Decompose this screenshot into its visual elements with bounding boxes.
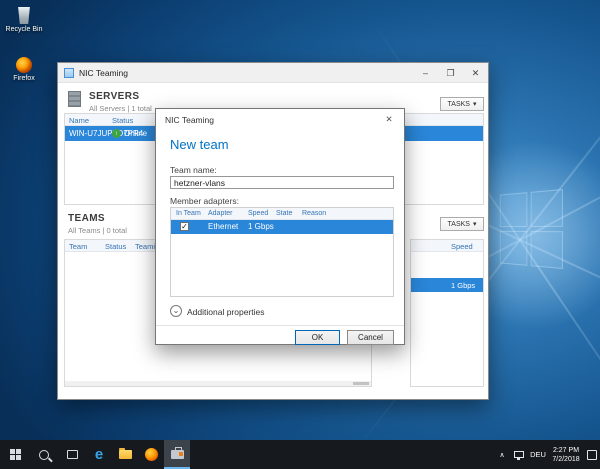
member-adapters-label: Member adapters: <box>170 196 239 206</box>
chevron-up-icon: ∧ <box>499 451 505 459</box>
chevron-down-icon: ▾ <box>472 101 477 108</box>
windows-logo-icon <box>9 449 21 460</box>
minimize-button[interactable]: – <box>413 63 438 83</box>
tasks-label: TASKS <box>447 220 470 228</box>
adapters-table: Speed 1 Gbps <box>410 239 484 387</box>
servers-tasks-button[interactable]: TASKS ▾ <box>440 97 484 111</box>
adapter-speed: 1 Gbps <box>451 281 476 290</box>
adapters-table-header: Speed <box>411 240 483 252</box>
taskbar-file-explorer-button[interactable] <box>112 440 138 469</box>
window-titlebar[interactable]: NIC Teaming – ❐ ✕ <box>58 63 488 83</box>
adapter-speed: 1 Gbps <box>248 222 274 231</box>
taskbar-server-manager-button-active[interactable] <box>164 440 190 469</box>
column-header-status[interactable]: Status <box>112 116 133 125</box>
in-team-checkbox[interactable]: ✓ <box>180 222 189 231</box>
server-manager-icon <box>170 447 184 459</box>
recycle-bin-icon <box>18 7 30 24</box>
tasks-label: TASKS <box>447 100 470 108</box>
dialog-title: NIC Teaming <box>165 115 214 125</box>
desktop-icon-label: Firefox <box>13 75 35 82</box>
ok-button[interactable]: OK <box>295 330 340 345</box>
action-center-icon <box>587 449 597 460</box>
edge-icon: e <box>94 446 104 463</box>
window-controls: – ❐ ✕ <box>413 63 488 83</box>
dialog-divider <box>156 325 404 326</box>
start-button[interactable] <box>0 440 30 469</box>
teams-subheading: All Teams | 0 total <box>68 226 127 235</box>
tray-network-button[interactable] <box>510 440 528 469</box>
desktop-icon-firefox[interactable]: Firefox <box>4 57 44 82</box>
horizontal-scrollbar[interactable] <box>65 381 371 386</box>
member-adapters-table: In Team Adapter Speed State Reason ✓ Eth… <box>170 207 394 297</box>
windows-logo-wallpaper <box>499 188 563 270</box>
desktop-icon-label: Recycle Bin <box>5 26 43 33</box>
file-explorer-icon <box>118 448 132 459</box>
firefox-icon <box>144 448 158 461</box>
team-name-label: Team name: <box>170 165 217 175</box>
column-header-state[interactable]: State <box>276 210 292 217</box>
column-header-team[interactable]: Team <box>69 242 87 251</box>
task-view-icon <box>66 450 78 459</box>
ethernet-adapter-row[interactable]: ✓ Ethernet 1 Gbps <box>171 220 393 234</box>
task-view-button[interactable] <box>58 440 86 469</box>
language-label: DEU <box>530 450 546 459</box>
column-header-name[interactable]: Name <box>69 116 89 125</box>
desktop: Recycle Bin Firefox NIC Teaming – ❐ ✕ SE… <box>0 0 600 469</box>
scrollbar-thumb[interactable] <box>353 382 369 385</box>
member-adapters-header: In Team Adapter Speed State Reason <box>171 208 393 220</box>
taskbar-edge-button[interactable]: e <box>86 440 112 469</box>
online-status-icon: ↑ <box>112 129 121 138</box>
cancel-button[interactable]: Cancel <box>347 330 394 345</box>
search-icon <box>39 449 49 460</box>
servers-heading: SERVERS <box>89 91 140 102</box>
window-title: NIC Teaming <box>79 68 128 78</box>
dialog-heading: New team <box>170 137 229 152</box>
server-status: Online <box>124 129 148 138</box>
network-icon <box>514 451 524 460</box>
tray-language-indicator[interactable]: DEU <box>528 440 548 469</box>
action-center-button[interactable] <box>584 440 600 469</box>
team-name-input[interactable] <box>170 176 394 189</box>
maximize-button[interactable]: ❐ <box>438 63 463 83</box>
column-header-adapter[interactable]: Adapter <box>208 210 233 217</box>
dialog-close-button[interactable]: ✕ <box>374 109 404 129</box>
column-header-in-team[interactable]: In Team <box>176 210 201 217</box>
tray-hidden-icons-button[interactable]: ∧ <box>494 440 510 469</box>
adapter-name: Ethernet <box>208 222 239 231</box>
additional-properties-label: Additional properties <box>187 307 265 317</box>
teams-heading: TEAMS <box>68 213 105 224</box>
taskbar-firefox-button[interactable] <box>138 440 164 469</box>
additional-properties-toggle[interactable]: ⌄ <box>170 305 182 317</box>
taskbar: e ∧ DEU 2:27 PM 7/2/2018 <box>0 440 600 469</box>
app-icon <box>64 68 74 78</box>
tray-clock[interactable]: 2:27 PM 7/2/2018 <box>548 440 584 469</box>
taskbar-search-button[interactable] <box>30 440 58 469</box>
dialog-titlebar[interactable]: NIC Teaming ✕ <box>156 109 404 129</box>
column-header-status[interactable]: Status <box>105 242 126 251</box>
new-team-dialog: NIC Teaming ✕ New team Team name: Member… <box>155 108 405 345</box>
servers-icon <box>68 91 81 107</box>
column-header-speed[interactable]: Speed <box>451 242 473 251</box>
clock-date: 7/2/2018 <box>552 455 580 463</box>
adapter-row-selected[interactable]: 1 Gbps <box>411 278 483 292</box>
desktop-icon-recycle-bin[interactable]: Recycle Bin <box>4 7 44 33</box>
chevron-down-icon: ▾ <box>472 221 477 228</box>
column-header-reason[interactable]: Reason <box>302 210 326 217</box>
close-button[interactable]: ✕ <box>463 63 488 83</box>
adapters-tasks-button[interactable]: TASKS ▾ <box>440 217 484 231</box>
firefox-icon <box>16 57 32 73</box>
clock-time: 2:27 PM <box>552 446 580 454</box>
servers-subheading: All Servers | 1 total <box>89 104 152 113</box>
column-header-speed[interactable]: Speed <box>248 210 268 217</box>
